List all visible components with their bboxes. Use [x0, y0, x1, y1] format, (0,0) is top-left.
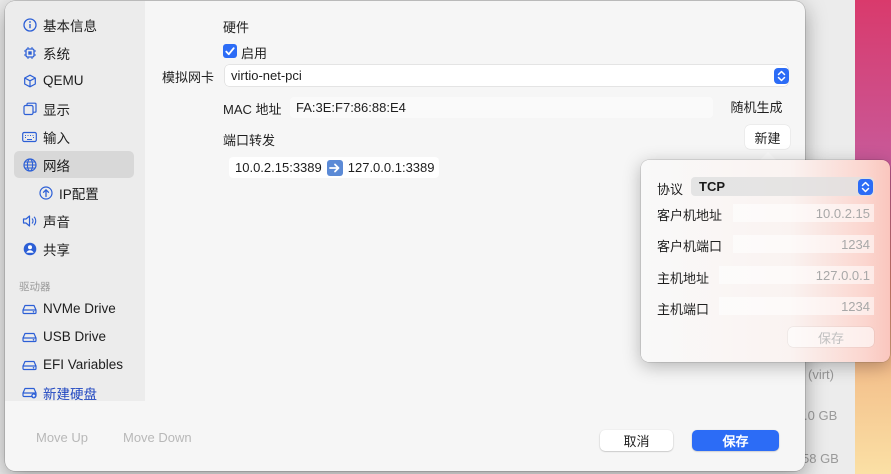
- keyboard-icon: [22, 129, 37, 144]
- protocol-label: 协议: [657, 182, 684, 197]
- background-text-virt: (virt): [808, 367, 834, 382]
- forward-host: 127.0.0.1:3389: [347, 160, 435, 175]
- sidebar-item-sound[interactable]: 声音: [14, 207, 134, 234]
- save-label: 保存: [722, 434, 749, 449]
- enable-checkbox[interactable]: [223, 44, 237, 58]
- enable-label: 启用: [241, 46, 268, 61]
- sidebar-item-new-drive[interactable]: 新建硬盘: [14, 379, 134, 401]
- chevron-updown-icon[interactable]: [858, 179, 873, 195]
- nic-select-value: virtio-net-pci: [231, 68, 302, 83]
- port-forward-label: 端口转发: [223, 133, 276, 148]
- checkmark-icon: [225, 46, 235, 55]
- guest-port-input[interactable]: 1234: [733, 235, 874, 253]
- mac-address-value: FA:3E:F7:86:88:E4: [296, 100, 406, 115]
- guest-address-input[interactable]: 10.0.2.15: [733, 204, 874, 222]
- nic-select[interactable]: virtio-net-pci: [225, 65, 788, 86]
- sidebar-item-nvme-drive[interactable]: NVMe Drive: [14, 295, 134, 322]
- host-address-label: 主机地址: [657, 271, 710, 286]
- protocol-select[interactable]: TCP: [691, 177, 874, 196]
- arrow-circle-icon: [38, 185, 53, 200]
- sidebar-item-display[interactable]: 显示: [14, 95, 134, 122]
- background-text-size: .0 GB: [804, 408, 838, 423]
- sidebar-item-basic-info[interactable]: 基本信息: [14, 11, 134, 38]
- port-forward-row[interactable]: 10.0.2.15:3389 127.0.0.1:3389: [229, 157, 439, 178]
- drive-icon: [22, 329, 37, 344]
- nic-label: 模拟网卡: [162, 70, 215, 85]
- sidebar-item-label: 显示: [43, 102, 70, 118]
- arrow-right-icon: [326, 159, 343, 176]
- guest-address-placeholder: 10.0.2.15: [815, 205, 870, 221]
- move-up-button[interactable]: Move Up: [36, 430, 88, 445]
- guest-address-label: 客户机地址: [657, 208, 723, 223]
- move-up-label: Move Up: [36, 430, 89, 445]
- globe-icon: [22, 157, 37, 172]
- sidebar-item-ip-config[interactable]: IP配置: [14, 179, 134, 206]
- sidebar-item-network[interactable]: 网络: [14, 151, 134, 178]
- save-button[interactable]: 保存: [692, 430, 779, 451]
- display-icon: [22, 101, 37, 116]
- cpu-icon: [22, 45, 37, 60]
- sidebar-item-label: 基本信息: [43, 18, 97, 34]
- info-icon: [22, 17, 37, 32]
- person-icon: [22, 241, 37, 256]
- host-port-label: 主机端口: [657, 302, 710, 317]
- host-port-input[interactable]: 1234: [719, 297, 874, 315]
- drive-icon: [22, 301, 37, 316]
- drive-icon: [22, 357, 37, 372]
- sidebar: 基本信息 系统 QEMU 显示 输入 网络 IP配置 声音 共享 驱动器 NVM…: [5, 1, 145, 401]
- sidebar-item-label: 新建硬盘: [43, 386, 97, 402]
- new-forward-button[interactable]: 新建: [745, 125, 790, 149]
- random-generate-button[interactable]: 随机生成: [723, 95, 790, 118]
- sidebar-item-label: IP配置: [59, 186, 99, 202]
- mac-address-field[interactable]: FA:3E:F7:86:88:E4: [290, 97, 713, 118]
- sidebar-item-qemu[interactable]: QEMU: [14, 67, 134, 94]
- sidebar-item-label: USB Drive: [43, 329, 107, 344]
- cancel-label: 取消: [623, 434, 650, 449]
- forward-guest: 10.0.2.15:3389: [235, 160, 322, 175]
- move-down-label: Move Down: [123, 430, 192, 445]
- sidebar-item-sharing[interactable]: 共享: [14, 235, 134, 262]
- sidebar-item-usb-drive[interactable]: USB Drive: [14, 323, 134, 350]
- mac-label: MAC 地址: [223, 102, 282, 117]
- sidebar-item-label: 输入: [43, 130, 70, 146]
- host-address-placeholder: 127.0.0.1: [815, 267, 870, 283]
- speaker-icon: [22, 213, 37, 228]
- popover-save-button[interactable]: 保存: [788, 327, 874, 347]
- guest-port-label: 客户机端口: [657, 239, 723, 254]
- sidebar-item-label: QEMU: [43, 73, 84, 88]
- background-text-size: 58 GB: [802, 451, 839, 466]
- random-generate-label: 随机生成: [730, 100, 783, 115]
- sidebar-item-label: EFI Variables: [43, 357, 124, 372]
- add-drive-icon: [22, 385, 37, 400]
- sidebar-item-input[interactable]: 输入: [14, 123, 134, 150]
- sidebar-item-label: 共享: [43, 242, 70, 258]
- host-address-input[interactable]: 127.0.0.1: [719, 266, 874, 284]
- sidebar-item-label: 声音: [43, 214, 70, 230]
- sidebar-item-system[interactable]: 系统: [14, 39, 134, 66]
- sidebar-item-label: 系统: [43, 46, 70, 62]
- cancel-button[interactable]: 取消: [600, 430, 673, 451]
- cube-icon: [22, 73, 37, 88]
- new-forward-label: 新建: [754, 130, 781, 146]
- hardware-heading: 硬件: [223, 20, 250, 35]
- host-port-placeholder: 1234: [841, 298, 870, 314]
- popover-save-label: 保存: [817, 330, 844, 346]
- sidebar-item-label: 网络: [43, 158, 70, 174]
- guest-port-placeholder: 1234: [841, 236, 870, 252]
- protocol-value: TCP: [699, 179, 725, 194]
- chevron-updown-icon[interactable]: [774, 68, 789, 84]
- sidebar-item-efi-variables[interactable]: EFI Variables: [14, 351, 134, 378]
- sidebar-section-drives: 驱动器: [19, 281, 51, 293]
- sidebar-item-label: NVMe Drive: [43, 301, 116, 316]
- move-down-button[interactable]: Move Down: [123, 430, 192, 445]
